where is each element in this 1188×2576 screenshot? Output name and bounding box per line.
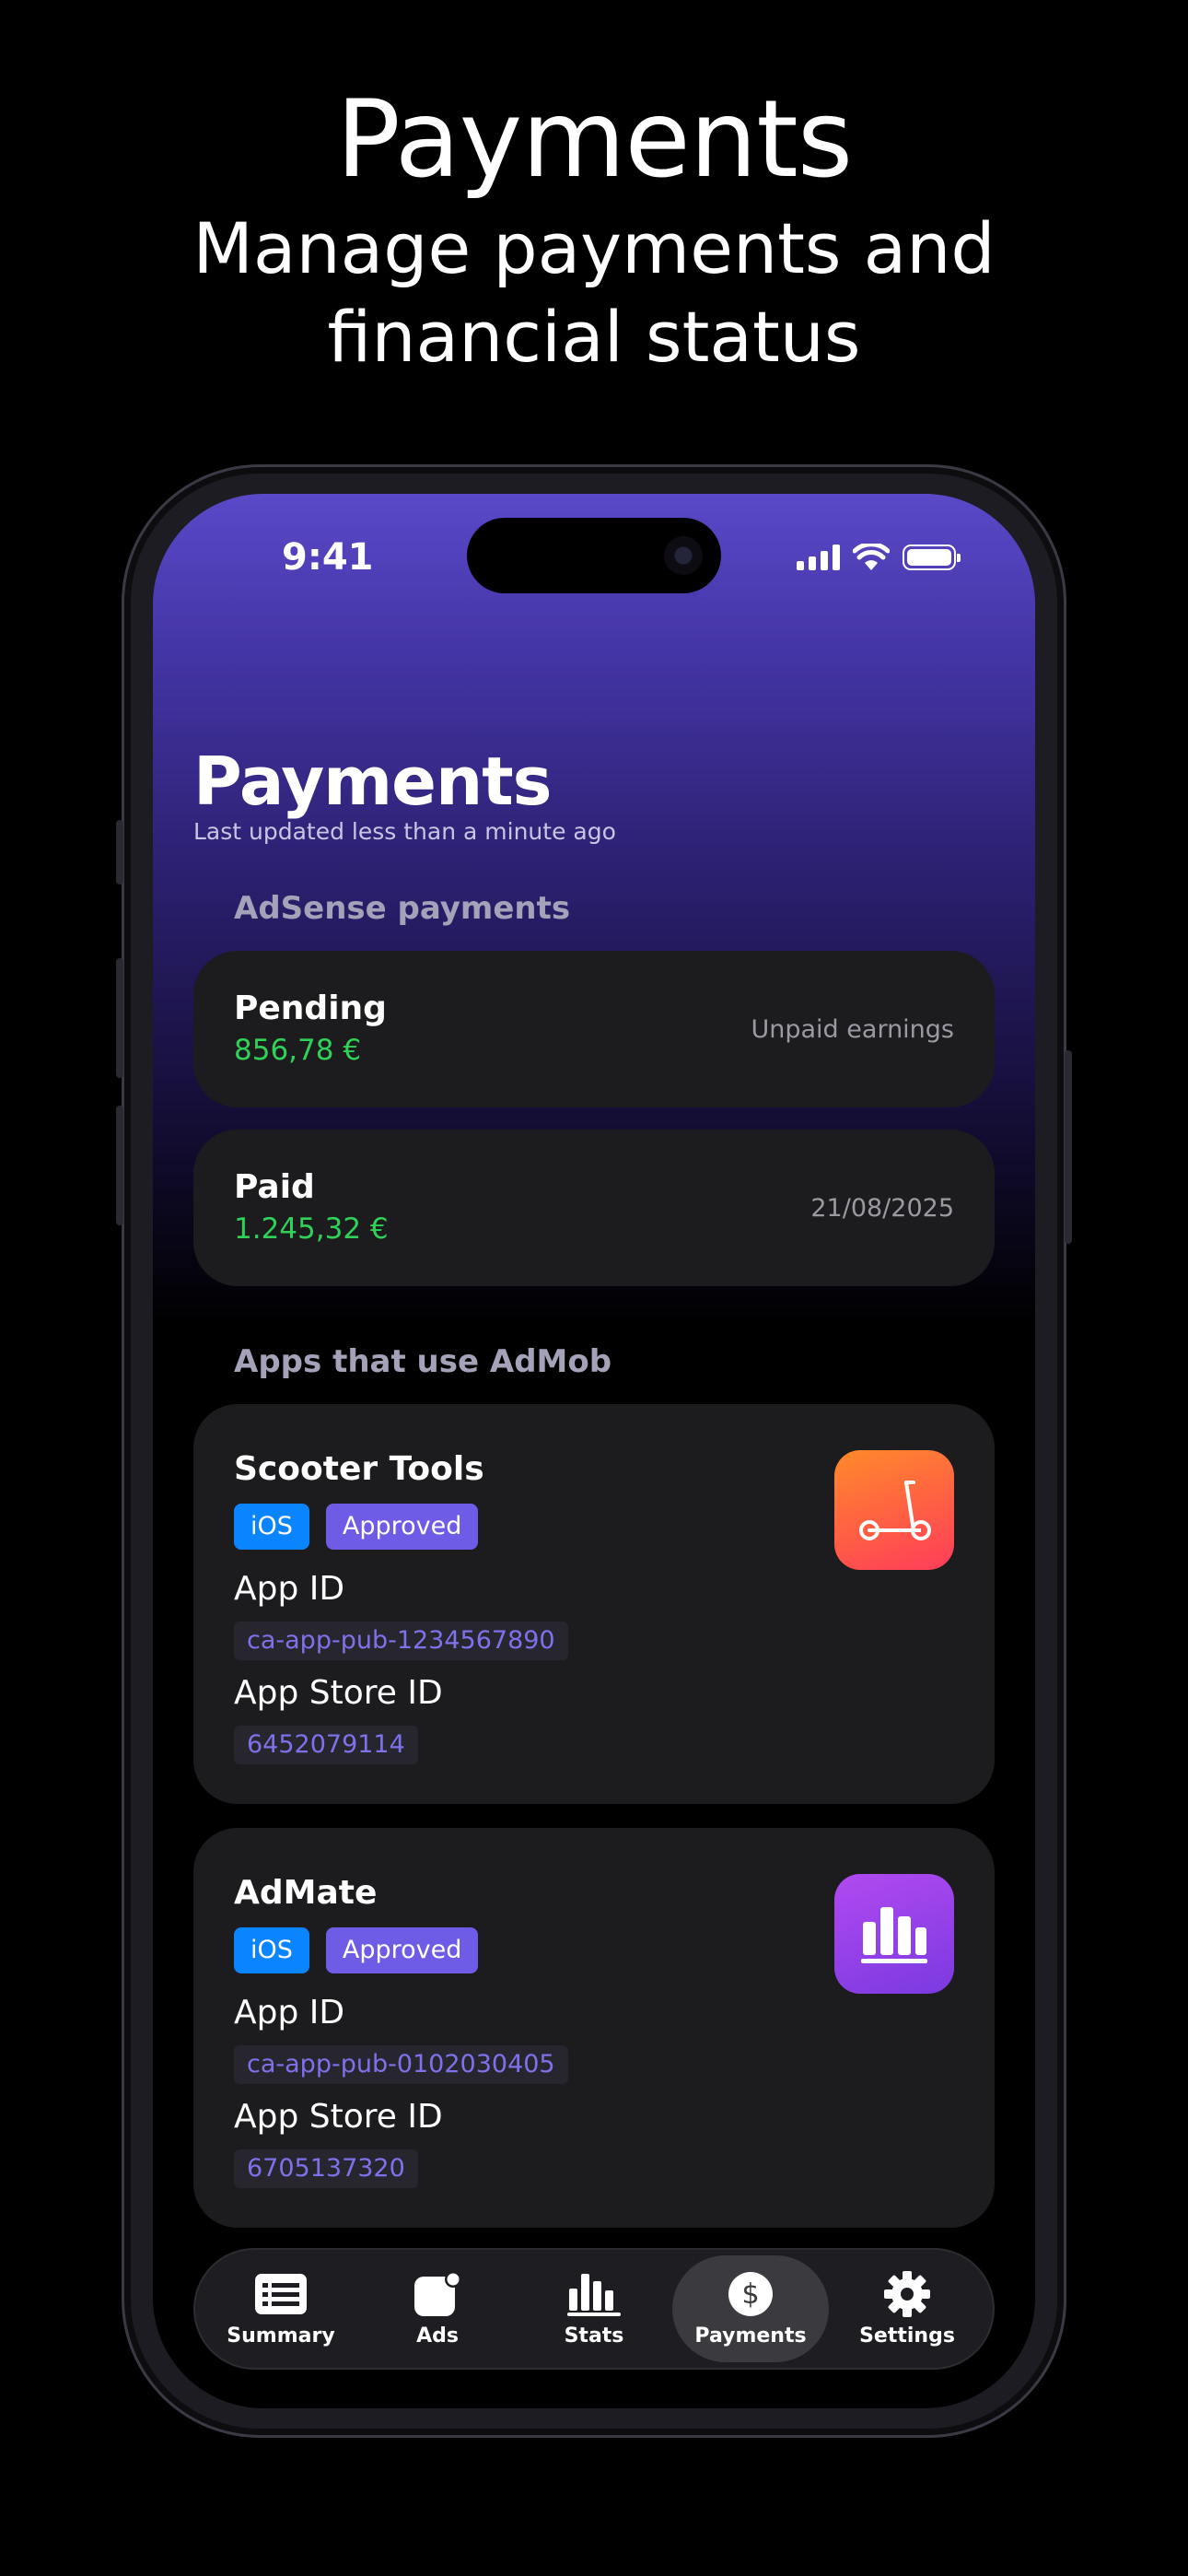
tab-settings[interactable]: Settings bbox=[829, 2255, 985, 2362]
tab-label: Settings bbox=[859, 2324, 955, 2348]
svg-text:$: $ bbox=[741, 2278, 759, 2311]
tab-label: Summary bbox=[227, 2324, 335, 2348]
promo-title: Payments bbox=[335, 77, 853, 202]
app-store-id-value[interactable]: 6705137320 bbox=[234, 2149, 418, 2188]
stats-icon bbox=[566, 2271, 622, 2317]
app-card-admate[interactable]: AdMate iOS Approved App ID ca-app-pub-01… bbox=[193, 1828, 995, 2228]
wifi-icon bbox=[853, 544, 890, 570]
adsense-section-title: AdSense payments bbox=[234, 890, 571, 927]
app-id-value[interactable]: ca-app-pub-0102030405 bbox=[234, 2045, 568, 2084]
last-updated-text: Last updated less than a minute ago bbox=[193, 818, 616, 845]
status-time: 9:41 bbox=[282, 536, 374, 579]
bar-chart-icon bbox=[834, 1874, 954, 1994]
tab-bar: Summary Ads Stats $ Payments Settings bbox=[193, 2248, 995, 2370]
status-badge: Approved bbox=[325, 1504, 479, 1550]
pending-label: Pending bbox=[234, 989, 387, 1027]
ads-icon bbox=[410, 2270, 465, 2317]
signal-icon bbox=[797, 544, 840, 570]
app-id-label: App ID bbox=[234, 1994, 345, 2032]
paid-amount: 1.245,32 € bbox=[234, 1212, 389, 1246]
paid-payment-card[interactable]: Paid 1.245,32 € 21/08/2025 bbox=[193, 1130, 995, 1286]
promo-subtitle: Manage payments and financial status bbox=[192, 207, 996, 378]
camera-icon bbox=[664, 536, 703, 575]
battery-icon bbox=[903, 544, 961, 570]
paid-label: Paid bbox=[234, 1168, 315, 1206]
dollar-icon: $ bbox=[723, 2271, 778, 2317]
status-icons bbox=[797, 544, 961, 571]
pending-payment-card[interactable]: Pending 856,78 € Unpaid earnings bbox=[193, 951, 995, 1107]
phone-side-button bbox=[116, 820, 123, 884]
list-icon bbox=[253, 2271, 309, 2317]
phone-screen: 9:41 Payments Last updated less than a m… bbox=[153, 494, 1035, 2408]
phone-side-button bbox=[116, 1106, 123, 1225]
paid-date: 21/08/2025 bbox=[810, 1194, 954, 1223]
dynamic-island bbox=[467, 518, 721, 593]
status-badge: Approved bbox=[325, 1927, 479, 1973]
tab-stats[interactable]: Stats bbox=[516, 2255, 672, 2362]
app-id-label: App ID bbox=[234, 1570, 345, 1608]
tab-label: Stats bbox=[564, 2324, 624, 2348]
app-name: AdMate bbox=[234, 1874, 378, 1912]
platform-badge: iOS bbox=[234, 1504, 309, 1550]
tab-payments[interactable]: $ Payments bbox=[672, 2255, 829, 2362]
tab-ads[interactable]: Ads bbox=[359, 2255, 516, 2362]
pending-amount: 856,78 € bbox=[234, 1034, 362, 1067]
scooter-icon bbox=[834, 1450, 954, 1570]
app-store-id-label: App Store ID bbox=[234, 1674, 443, 1712]
tab-label: Ads bbox=[416, 2324, 459, 2348]
app-store-id-value[interactable]: 6452079114 bbox=[234, 1726, 418, 1764]
app-card-scooter-tools[interactable]: Scooter Tools iOS Approved App ID ca-app… bbox=[193, 1404, 995, 1804]
page-title: Payments bbox=[193, 743, 553, 820]
app-id-value[interactable]: ca-app-pub-1234567890 bbox=[234, 1622, 568, 1660]
tab-summary[interactable]: Summary bbox=[203, 2255, 359, 2362]
admob-section-title: Apps that use AdMob bbox=[234, 1343, 612, 1380]
phone-side-button bbox=[116, 958, 123, 1078]
gear-icon bbox=[879, 2270, 935, 2317]
tab-label: Payments bbox=[694, 2324, 807, 2348]
pending-note: Unpaid earnings bbox=[751, 1015, 955, 1044]
app-store-id-label: App Store ID bbox=[234, 2098, 443, 2136]
app-name: Scooter Tools bbox=[234, 1450, 484, 1488]
platform-badge: iOS bbox=[234, 1927, 309, 1973]
phone-side-button bbox=[1065, 1050, 1072, 1244]
